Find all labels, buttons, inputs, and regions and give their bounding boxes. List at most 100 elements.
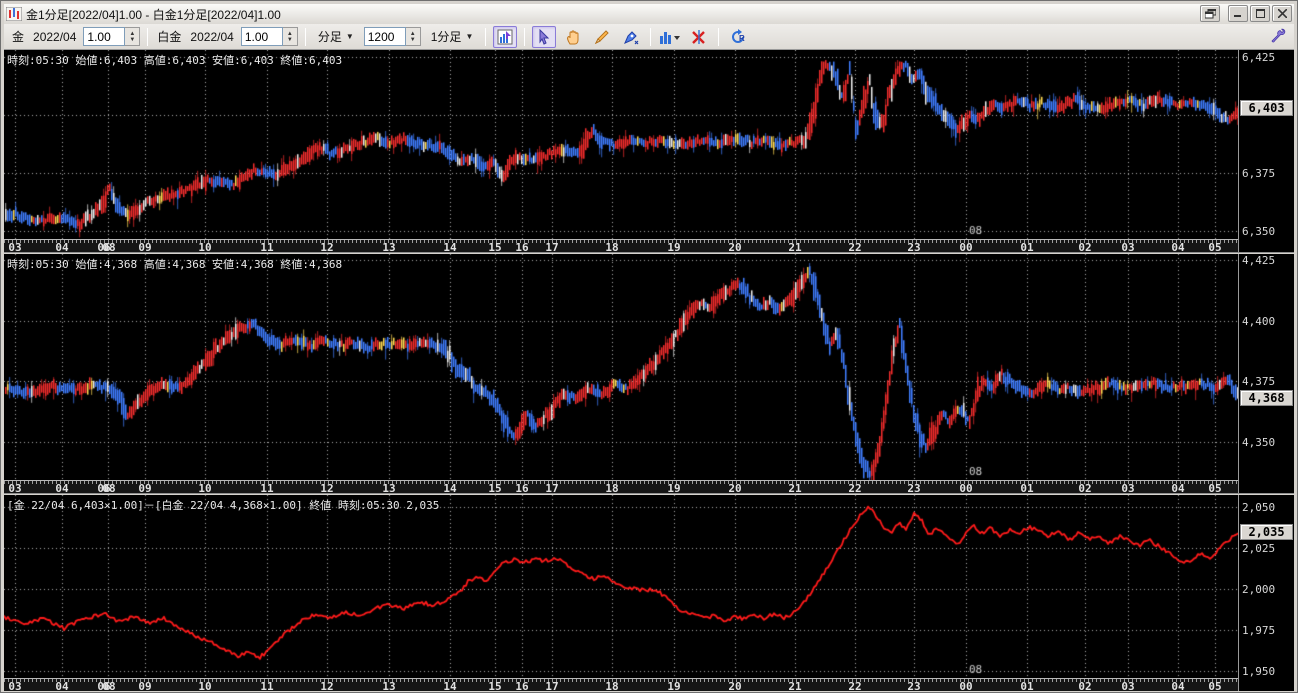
time-label: 23 <box>907 482 921 493</box>
time-label: 18 <box>605 241 619 252</box>
clear-indicators-button[interactable] <box>687 26 711 48</box>
minimize-button[interactable] <box>1228 5 1248 22</box>
time-label: 10 <box>198 482 212 493</box>
time-label: 13 <box>382 680 396 691</box>
interval-type-dropdown[interactable]: 分足 ▼ <box>313 26 359 47</box>
spread-chart-canvas[interactable] <box>4 495 1240 678</box>
price-axis-label: 6,350 <box>1242 225 1276 238</box>
time-label: 14 <box>443 680 457 691</box>
close-button[interactable] <box>1272 5 1292 22</box>
cascade-icon <box>1204 8 1216 18</box>
time-label: 03 <box>8 482 22 493</box>
pan-hand-icon <box>567 29 579 44</box>
platinum-multiplier-spinner: ▲▼ <box>240 27 298 46</box>
chevron-down-icon: ▼ <box>465 32 474 41</box>
spread-formula-readout: [金 22/04 6,403×1.00]－[白金 22/04 4,368×1.0… <box>7 499 440 512</box>
time-label: 04 <box>1171 680 1185 691</box>
time-label: 00 <box>959 680 973 691</box>
time-label: 17 <box>545 680 559 691</box>
gold-multiplier-spin-buttons[interactable]: ▲ ▼ <box>125 27 141 46</box>
time-label: 14 <box>443 241 457 252</box>
gold-last-price-badge: 6,403 <box>1240 100 1293 116</box>
platinum-multiplier-input[interactable] <box>240 27 283 46</box>
time-label: 16 <box>515 241 529 252</box>
spread-time-axis: 03 04 06 08 09 10 11 12 13 14 15 16 17 18 19 20 21 22 23 00… <box>4 678 1240 691</box>
interval-type-label: 分足 <box>317 30 342 44</box>
maximize-button[interactable] <box>1250 5 1270 22</box>
time-label: 20 <box>728 482 742 493</box>
close-icon <box>1277 9 1287 18</box>
refresh-button[interactable]: R <box>726 26 750 48</box>
gold-chart-canvas[interactable] <box>4 50 1240 239</box>
platinum-chart-canvas[interactable] <box>4 254 1240 480</box>
time-label: 16 <box>515 680 529 691</box>
time-label: 23 <box>907 241 921 252</box>
cascade-window-button[interactable] <box>1200 5 1220 22</box>
bar-count-input[interactable] <box>363 27 406 46</box>
time-label: 11 <box>260 241 274 252</box>
gold-multiplier-input[interactable] <box>83 27 126 46</box>
platinum-price-axis: 4,368 4,425 4,400 4,375 4,350 <box>1238 254 1294 493</box>
time-label: 17 <box>545 482 559 493</box>
time-label: 02 <box>1078 482 1092 493</box>
price-axis-label: 4,350 <box>1242 436 1276 449</box>
spin-down-icon[interactable]: ▼ <box>287 37 293 43</box>
price-axis-label: 2,050 <box>1242 501 1276 514</box>
time-label: 04 <box>1171 482 1185 493</box>
platinum-contract-month[interactable]: 2022/04 <box>188 30 235 44</box>
settings-wrench-icon[interactable] <box>1269 28 1286 47</box>
annotation-pen-button[interactable] <box>619 26 643 48</box>
pen-tool-icon <box>624 30 639 44</box>
bar-style-icon <box>660 31 681 44</box>
time-label: 19 <box>667 241 681 252</box>
time-label: 22 <box>848 482 862 493</box>
time-label: 02 <box>1078 680 1092 691</box>
title-bar[interactable]: 金1分足[2022/04]1.00 - 白金1分足[2022/04]1.00 <box>4 4 1294 24</box>
gold-time-axis: 03 04 06 08 09 10 11 12 13 14 15 16 17 18 19 20 21 22 23 00… <box>4 239 1240 252</box>
price-axis-label: 4,425 <box>1242 254 1276 267</box>
bar-count-spin-buttons[interactable]: ▲ ▼ <box>405 27 421 46</box>
spread-last-price-badge: 2,035 <box>1240 524 1293 540</box>
chart-cursor-tool-button[interactable] <box>493 25 518 48</box>
timeframe-dropdown[interactable]: 1分足 ▼ <box>426 26 479 47</box>
gold-contract-month[interactable]: 2022/04 <box>31 30 78 44</box>
platinum-chart-panel: 時刻:05:30 始値:4,368 高値:4,368 安値:4,368 終値:4… <box>4 254 1294 493</box>
platinum-multiplier-spin-buttons[interactable]: ▲ ▼ <box>282 27 298 46</box>
price-axis-label: 6,375 <box>1242 167 1276 180</box>
time-label: 04 <box>55 241 69 252</box>
time-label: 18 <box>605 482 619 493</box>
time-label: 10 <box>198 241 212 252</box>
time-label: 00 <box>959 482 973 493</box>
time-label: 23 <box>907 680 921 691</box>
gold-price-axis: 6,403 6,425 6,375 6,350 <box>1238 50 1294 252</box>
time-label: 08 <box>102 482 116 493</box>
spin-down-icon[interactable]: ▼ <box>410 37 416 43</box>
minimize-icon <box>1233 15 1241 17</box>
time-label: 20 <box>728 241 742 252</box>
gold-multiplier-spinner: ▲▼ <box>83 27 141 46</box>
time-label: 17 <box>545 241 559 252</box>
toolbar: 金 2022/04 ▲▼ 白金 2022/04 ▲▼ 分足 ▼ ▲▼ 1分足 ▼ <box>4 24 1294 50</box>
time-label: 12 <box>320 680 334 691</box>
platinum-last-price-badge: 4,368 <box>1240 390 1293 406</box>
time-label: 12 <box>320 482 334 493</box>
maximize-icon <box>1255 9 1265 18</box>
select-tool-button[interactable] <box>532 25 557 48</box>
toolbar-separator <box>718 27 720 46</box>
time-label: 03 <box>1121 241 1135 252</box>
time-label: 14 <box>443 482 457 493</box>
time-label: 22 <box>848 680 862 691</box>
price-axis-label: 1,975 <box>1242 624 1276 637</box>
spin-down-icon[interactable]: ▼ <box>129 37 135 43</box>
pan-tool-button[interactable] <box>561 26 585 48</box>
time-label: 01 <box>1020 680 1034 691</box>
time-label: 03 <box>8 241 22 252</box>
time-label: 11 <box>260 482 274 493</box>
chart-style-button[interactable] <box>658 26 682 48</box>
draw-line-button[interactable] <box>590 26 614 48</box>
price-axis-label: 2,000 <box>1242 583 1276 596</box>
time-label: 00 <box>959 241 973 252</box>
time-label: 04 <box>1171 241 1185 252</box>
time-label: 15 <box>488 680 502 691</box>
toolbar-separator <box>524 27 526 46</box>
